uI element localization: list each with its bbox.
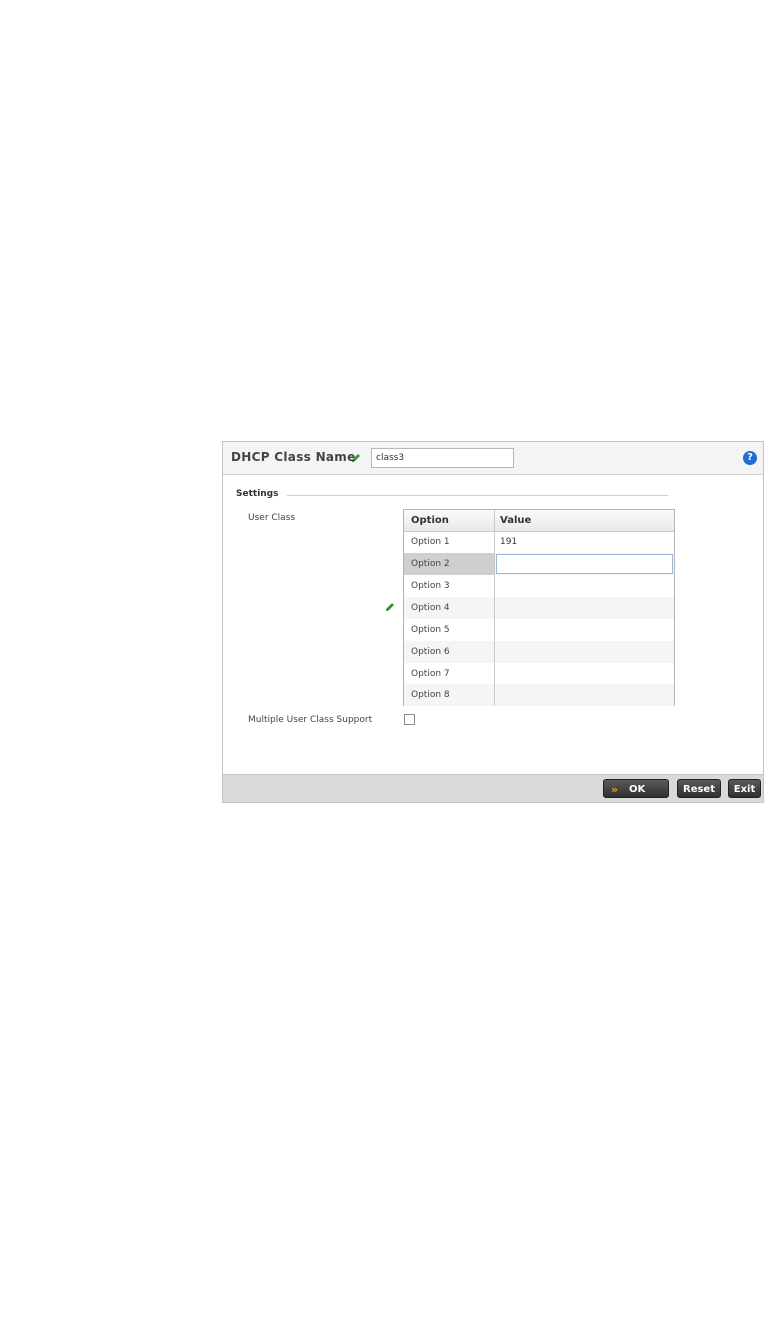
value-edit-field[interactable] bbox=[496, 554, 673, 574]
dialog-footer: » OK Reset Exit bbox=[223, 774, 763, 802]
user-class-grid: Option Value Option 1 191 Option 2 Optio… bbox=[403, 509, 675, 706]
option-cell[interactable]: Option 8 bbox=[404, 684, 494, 706]
option-label: Option 1 bbox=[411, 537, 450, 547]
dialog-header: DHCP Class Name ? bbox=[223, 442, 763, 475]
option-cell[interactable]: Option 6 bbox=[404, 641, 494, 663]
option-cell[interactable]: Option 7 bbox=[404, 663, 494, 685]
option-cell[interactable]: Option 2 bbox=[404, 553, 494, 575]
reset-button[interactable]: Reset bbox=[677, 779, 721, 798]
table-row[interactable]: Option 8 bbox=[404, 684, 674, 706]
value-cell[interactable]: 191 bbox=[500, 537, 517, 547]
grid-header: Option Value bbox=[404, 510, 674, 532]
option-label: Option 7 bbox=[411, 669, 450, 679]
pencil-icon bbox=[385, 602, 395, 612]
double-chevron-icon: » bbox=[611, 783, 619, 796]
user-class-label: User Class bbox=[248, 513, 296, 523]
table-row[interactable]: Option 4 bbox=[404, 597, 674, 619]
table-row[interactable]: Option 6 bbox=[404, 641, 674, 663]
table-row[interactable]: Option 2 bbox=[404, 553, 674, 575]
option-label: Option 6 bbox=[411, 647, 450, 657]
dhcp-class-name-input[interactable] bbox=[371, 448, 514, 468]
column-header-value[interactable]: Value bbox=[500, 515, 531, 526]
ok-button[interactable]: » OK bbox=[603, 779, 669, 798]
exit-button[interactable]: Exit bbox=[728, 779, 761, 798]
section-divider bbox=[287, 495, 668, 496]
dhcp-class-name-label: DHCP Class Name bbox=[231, 450, 356, 464]
table-row[interactable]: Option 3 bbox=[404, 575, 674, 597]
settings-section-label: Settings bbox=[236, 489, 279, 499]
ok-button-label: OK bbox=[629, 784, 646, 795]
multiple-user-class-support-checkbox[interactable] bbox=[404, 714, 415, 725]
table-row[interactable]: Option 1 191 bbox=[404, 531, 674, 553]
option-cell[interactable]: Option 4 bbox=[404, 597, 494, 619]
table-row[interactable]: Option 7 bbox=[404, 663, 674, 685]
option-cell[interactable]: Option 5 bbox=[404, 619, 494, 641]
option-cell[interactable]: Option 3 bbox=[404, 575, 494, 597]
option-cell[interactable]: Option 1 bbox=[404, 531, 494, 553]
column-divider bbox=[494, 510, 495, 705]
dhcp-class-dialog: DHCP Class Name ? Settings User Class Op… bbox=[222, 441, 764, 803]
multiple-user-class-support-label: Multiple User Class Support bbox=[248, 715, 373, 725]
option-label: Option 8 bbox=[411, 690, 450, 700]
option-label: Option 5 bbox=[411, 625, 450, 635]
option-label: Option 3 bbox=[411, 581, 450, 591]
option-label: Option 4 bbox=[411, 603, 450, 613]
table-row[interactable]: Option 5 bbox=[404, 619, 674, 641]
help-icon[interactable]: ? bbox=[743, 451, 757, 465]
option-label: Option 2 bbox=[411, 559, 450, 569]
pencil-icon bbox=[351, 453, 361, 463]
column-header-option[interactable]: Option bbox=[411, 515, 449, 526]
